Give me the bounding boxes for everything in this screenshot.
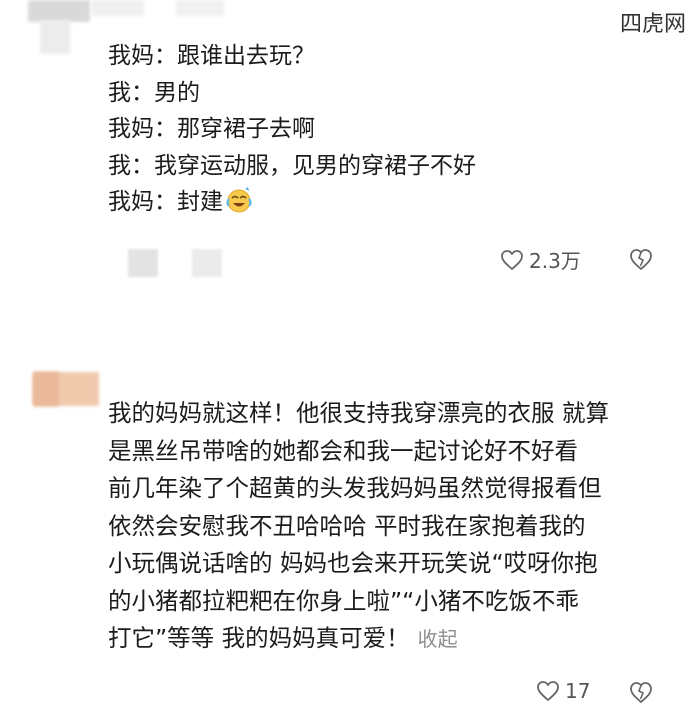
dislike-icon[interactable]	[628, 246, 654, 272]
comment-body: 我妈：跟谁出去玩？ 我：男的 我妈：那穿裙子去啊 我：我穿运动服，见男的穿裙子不…	[108, 38, 476, 221]
blurred-meta	[176, 0, 224, 16]
like-count: 17	[565, 679, 591, 703]
comment-text: 打它”等等 我的妈妈真可爱！	[108, 624, 410, 652]
dislike-icon[interactable]	[628, 679, 654, 705]
comment-line: 我妈：跟谁出去玩？	[108, 43, 315, 69]
comment-line: 我妈：那穿裙子去啊	[108, 116, 315, 142]
watermark: 四虎网	[619, 12, 686, 37]
laugh-cry-emoji-icon	[226, 187, 252, 213]
comment-line: 我：男的	[108, 79, 200, 106]
like-count: 2.3万	[529, 249, 581, 273]
blurred-avatar-edge	[33, 372, 59, 406]
heart-icon	[537, 681, 559, 701]
collapse-link[interactable]: 收起	[418, 627, 458, 651]
comment-body: 我的妈妈就这样！他很支持我穿漂亮的衣服 就算 是黑丝吊带啥的她都会和我一起讨论好…	[108, 395, 609, 659]
comment-line: 打它”等等 我的妈妈真可爱！ 收起	[108, 620, 609, 659]
blurred-avatar[interactable]	[28, 0, 90, 22]
blurred-reply-button[interactable]	[128, 249, 158, 277]
comment-line: 的小猪都拉粑粑在你身上啦”“小猪不吃饭不乖	[108, 586, 579, 615]
blurred-avatar-edge	[40, 20, 70, 54]
like-button[interactable]: 17	[536, 679, 590, 703]
heart-icon	[501, 249, 523, 270]
like-button[interactable]: 2.3万	[500, 245, 581, 274]
comment-line: 我妈：封建	[108, 184, 476, 221]
blurred-username[interactable]	[92, 0, 144, 16]
comment-line: 我的妈妈就这样！他很支持我穿漂亮的衣服 就算	[108, 399, 609, 427]
comment-line: 我：我穿运动服，见男的穿裙子不好	[108, 152, 476, 179]
comment-line: 小玩偶说话啥的 妈妈也会来开玩笑说“哎呀你抱	[108, 549, 598, 577]
blurred-share-button[interactable]	[192, 249, 222, 277]
comment-line: 依然会安慰我不丑哈哈哈 平时我在家抱着我的	[108, 511, 586, 540]
comment-line: 前几年染了个超黄的头发我妈妈虽然觉得报看但	[108, 474, 602, 502]
comment-line: 是黑丝吊带啥的她都会和我一起讨论好不好看	[108, 436, 578, 465]
comment-text: 我妈：封建	[108, 189, 223, 215]
